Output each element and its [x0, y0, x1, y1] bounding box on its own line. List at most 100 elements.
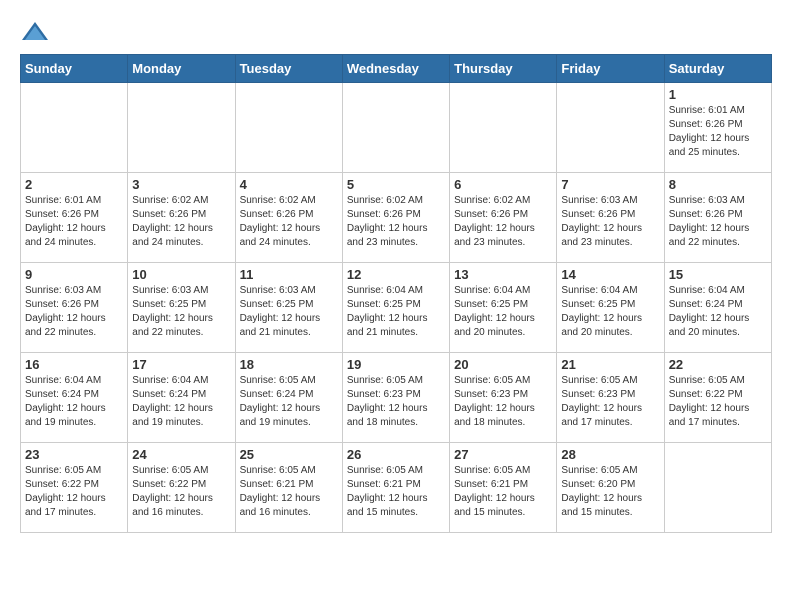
day-of-week-header: Wednesday: [342, 55, 449, 83]
day-of-week-header: Sunday: [21, 55, 128, 83]
day-info: Sunrise: 6:05 AM Sunset: 6:20 PM Dayligh…: [561, 464, 659, 520]
day-info: Sunrise: 6:01 AM Sunset: 6:26 PM Dayligh…: [669, 104, 767, 160]
day-info: Sunrise: 6:05 AM Sunset: 6:21 PM Dayligh…: [454, 464, 552, 520]
calendar-cell: 1 Sunrise: 6:01 AM Sunset: 6:26 PM Daylig…: [664, 83, 771, 173]
calendar-cell: [128, 83, 235, 173]
calendar-cell: [342, 83, 449, 173]
calendar-cell: 24 Sunrise: 6:05 AM Sunset: 6:22 PM Dayli…: [128, 443, 235, 533]
day-number: 1: [669, 87, 767, 102]
calendar-cell: 8Sunrise: 6:03 AM Sunset: 6:26 PM Daylig…: [664, 173, 771, 263]
day-number: 4: [240, 177, 338, 192]
calendar-cell: 15 Sunrise: 6:04 AM Sunset: 6:24 PM Dayli…: [664, 263, 771, 353]
calendar-cell: 25 Sunrise: 6:05 AM Sunset: 6:21 PM Dayli…: [235, 443, 342, 533]
day-number: 25: [240, 447, 338, 462]
day-number: 15: [669, 267, 767, 282]
calendar-cell: 12 Sunrise: 6:04 AM Sunset: 6:25 PM Dayli…: [342, 263, 449, 353]
day-number: 22: [669, 357, 767, 372]
calendar-cell: 23 Sunrise: 6:05 AM Sunset: 6:22 PM Dayli…: [21, 443, 128, 533]
calendar-cell: 19 Sunrise: 6:05 AM Sunset: 6:23 PM Dayli…: [342, 353, 449, 443]
day-number: 23: [25, 447, 123, 462]
calendar-week-row: 23 Sunrise: 6:05 AM Sunset: 6:22 PM Dayli…: [21, 443, 772, 533]
calendar-cell: [664, 443, 771, 533]
day-number: 13: [454, 267, 552, 282]
day-info: Sunrise: 6:04 AM Sunset: 6:24 PM Dayligh…: [132, 374, 230, 430]
calendar-cell: 27 Sunrise: 6:05 AM Sunset: 6:21 PM Dayli…: [450, 443, 557, 533]
day-number: 16: [25, 357, 123, 372]
day-number: 9: [25, 267, 123, 282]
calendar-table: SundayMondayTuesdayWednesdayThursdayFrid…: [20, 54, 772, 533]
day-number: 21: [561, 357, 659, 372]
calendar-cell: 14 Sunrise: 6:04 AM Sunset: 6:25 PM Dayli…: [557, 263, 664, 353]
day-info: Sunrise: 6:04 AM Sunset: 6:25 PM Dayligh…: [454, 284, 552, 340]
day-number: 14: [561, 267, 659, 282]
calendar-cell: 28 Sunrise: 6:05 AM Sunset: 6:20 PM Dayli…: [557, 443, 664, 533]
day-info: Sunrise: 6:02 AM Sunset: 6:26 PM Dayligh…: [240, 194, 338, 250]
day-of-week-header: Friday: [557, 55, 664, 83]
calendar-cell: 18 Sunrise: 6:05 AM Sunset: 6:24 PM Dayli…: [235, 353, 342, 443]
day-number: 5: [347, 177, 445, 192]
calendar-week-row: 16 Sunrise: 6:04 AM Sunset: 6:24 PM Dayli…: [21, 353, 772, 443]
day-number: 24: [132, 447, 230, 462]
day-number: 17: [132, 357, 230, 372]
day-of-week-header: Saturday: [664, 55, 771, 83]
calendar-cell: 13 Sunrise: 6:04 AM Sunset: 6:25 PM Dayli…: [450, 263, 557, 353]
day-of-week-header: Monday: [128, 55, 235, 83]
calendar-week-row: 2 Sunrise: 6:01 AM Sunset: 6:26 PM Daylig…: [21, 173, 772, 263]
day-number: 27: [454, 447, 552, 462]
day-info: Sunrise: 6:05 AM Sunset: 6:23 PM Dayligh…: [347, 374, 445, 430]
calendar-cell: 26Sunrise: 6:05 AM Sunset: 6:21 PM Dayli…: [342, 443, 449, 533]
day-info: Sunrise: 6:05 AM Sunset: 6:22 PM Dayligh…: [25, 464, 123, 520]
day-info: Sunrise: 6:03 AM Sunset: 6:26 PM Dayligh…: [669, 194, 767, 250]
calendar-cell: 17 Sunrise: 6:04 AM Sunset: 6:24 PM Dayli…: [128, 353, 235, 443]
day-number: 11: [240, 267, 338, 282]
day-info: Sunrise: 6:03 AM Sunset: 6:25 PM Dayligh…: [132, 284, 230, 340]
logo: [20, 20, 54, 44]
calendar-body: 1 Sunrise: 6:01 AM Sunset: 6:26 PM Daylig…: [21, 83, 772, 533]
day-number: 2: [25, 177, 123, 192]
day-info: Sunrise: 6:04 AM Sunset: 6:24 PM Dayligh…: [669, 284, 767, 340]
calendar-cell: 22 Sunrise: 6:05 AM Sunset: 6:22 PM Dayli…: [664, 353, 771, 443]
day-of-week-header: Tuesday: [235, 55, 342, 83]
day-info: Sunrise: 6:04 AM Sunset: 6:25 PM Dayligh…: [561, 284, 659, 340]
calendar-cell: 11 Sunrise: 6:03 AM Sunset: 6:25 PM Dayli…: [235, 263, 342, 353]
day-number: 19: [347, 357, 445, 372]
calendar-cell: 6 Sunrise: 6:02 AM Sunset: 6:26 PM Daylig…: [450, 173, 557, 263]
calendar-cell: 2 Sunrise: 6:01 AM Sunset: 6:26 PM Daylig…: [21, 173, 128, 263]
day-info: Sunrise: 6:03 AM Sunset: 6:26 PM Dayligh…: [25, 284, 123, 340]
day-info: Sunrise: 6:05 AM Sunset: 6:24 PM Dayligh…: [240, 374, 338, 430]
day-info: Sunrise: 6:04 AM Sunset: 6:25 PM Dayligh…: [347, 284, 445, 340]
day-info: Sunrise: 6:03 AM Sunset: 6:25 PM Dayligh…: [240, 284, 338, 340]
calendar-week-row: 1 Sunrise: 6:01 AM Sunset: 6:26 PM Daylig…: [21, 83, 772, 173]
days-of-week-row: SundayMondayTuesdayWednesdayThursdayFrid…: [21, 55, 772, 83]
day-info: Sunrise: 6:02 AM Sunset: 6:26 PM Dayligh…: [132, 194, 230, 250]
logo-icon: [20, 20, 50, 44]
day-info: Sunrise: 6:05 AM Sunset: 6:23 PM Dayligh…: [561, 374, 659, 430]
day-info: Sunrise: 6:05 AM Sunset: 6:22 PM Dayligh…: [132, 464, 230, 520]
day-number: 6: [454, 177, 552, 192]
day-info: Sunrise: 6:01 AM Sunset: 6:26 PM Dayligh…: [25, 194, 123, 250]
calendar-cell: 4 Sunrise: 6:02 AM Sunset: 6:26 PM Daylig…: [235, 173, 342, 263]
day-info: Sunrise: 6:05 AM Sunset: 6:21 PM Dayligh…: [240, 464, 338, 520]
calendar-cell: 5 Sunrise: 6:02 AM Sunset: 6:26 PM Daylig…: [342, 173, 449, 263]
calendar-cell: [235, 83, 342, 173]
day-number: 7: [561, 177, 659, 192]
calendar-cell: [21, 83, 128, 173]
calendar-cell: 7 Sunrise: 6:03 AM Sunset: 6:26 PM Daylig…: [557, 173, 664, 263]
day-number: 10: [132, 267, 230, 282]
day-number: 12: [347, 267, 445, 282]
calendar-cell: 10 Sunrise: 6:03 AM Sunset: 6:25 PM Dayli…: [128, 263, 235, 353]
day-number: 26: [347, 447, 445, 462]
calendar-cell: 3Sunrise: 6:02 AM Sunset: 6:26 PM Daylig…: [128, 173, 235, 263]
day-number: 20: [454, 357, 552, 372]
calendar-cell: 20Sunrise: 6:05 AM Sunset: 6:23 PM Dayli…: [450, 353, 557, 443]
day-info: Sunrise: 6:02 AM Sunset: 6:26 PM Dayligh…: [347, 194, 445, 250]
day-number: 18: [240, 357, 338, 372]
day-info: Sunrise: 6:03 AM Sunset: 6:26 PM Dayligh…: [561, 194, 659, 250]
day-number: 28: [561, 447, 659, 462]
calendar-cell: [557, 83, 664, 173]
day-info: Sunrise: 6:02 AM Sunset: 6:26 PM Dayligh…: [454, 194, 552, 250]
calendar-cell: 16 Sunrise: 6:04 AM Sunset: 6:24 PM Dayli…: [21, 353, 128, 443]
calendar-cell: 9 Sunrise: 6:03 AM Sunset: 6:26 PM Daylig…: [21, 263, 128, 353]
day-info: Sunrise: 6:04 AM Sunset: 6:24 PM Dayligh…: [25, 374, 123, 430]
day-info: Sunrise: 6:05 AM Sunset: 6:22 PM Dayligh…: [669, 374, 767, 430]
